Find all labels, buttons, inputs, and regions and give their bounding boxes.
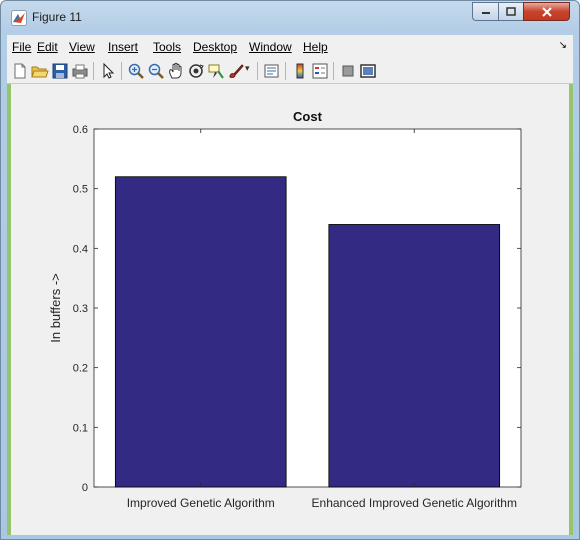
- maximize-icon: [506, 7, 516, 16]
- toolbar-separator: [121, 62, 122, 80]
- x-tick-label: Enhanced Improved Genetic Algorithm: [312, 496, 517, 510]
- hide-plot-tools-icon[interactable]: [339, 62, 357, 80]
- y-tick-label: 0.2: [73, 363, 88, 375]
- menu-insert[interactable]: Insert: [108, 40, 138, 54]
- y-axis-label: In buffers ->: [48, 273, 63, 343]
- data-cursor-icon[interactable]: [207, 62, 225, 80]
- minimize-icon: [481, 11, 490, 14]
- brush-icon[interactable]: [227, 62, 245, 80]
- y-tick-label: 0.1: [73, 422, 88, 434]
- pan-icon[interactable]: [167, 62, 185, 80]
- y-tick-label: 0.3: [73, 303, 88, 315]
- y-tick-label: 0: [82, 482, 88, 494]
- legend-icon[interactable]: [311, 62, 329, 80]
- bar-1[interactable]: [114, 176, 287, 488]
- chart-title: Cost: [293, 109, 323, 124]
- menu-edit[interactable]: Edit: [37, 40, 58, 54]
- menu-bar: File Edit View Insert Tools Desktop Wind…: [7, 35, 573, 58]
- link-icon[interactable]: [263, 62, 281, 80]
- colorbar-icon[interactable]: [291, 62, 309, 80]
- menu-file[interactable]: File: [12, 40, 31, 54]
- maximize-button[interactable]: [498, 2, 524, 21]
- rotate-3d-icon[interactable]: [187, 62, 205, 80]
- toolbar-separator: [285, 62, 286, 80]
- figure-toolbar: ▾: [7, 58, 573, 84]
- window-title: Figure 11: [32, 10, 82, 24]
- menu-window[interactable]: Window: [249, 40, 292, 54]
- select-arrow-icon[interactable]: [99, 62, 117, 80]
- zoom-out-icon[interactable]: [147, 62, 165, 80]
- figure-canvas: Cost In buffers -> 0 0.1 0.2 0.3 0.4 0.5 0.6 I…: [7, 84, 573, 535]
- brush-dropdown-icon[interactable]: ▾: [245, 64, 250, 74]
- minimize-button[interactable]: [472, 2, 499, 21]
- show-plot-tools-icon[interactable]: [359, 62, 377, 80]
- y-tick-label: 0.5: [73, 184, 88, 196]
- menu-view[interactable]: View: [69, 40, 95, 54]
- y-tick-label: 0.4: [73, 243, 88, 255]
- toolbar-separator: [333, 62, 334, 80]
- menu-tools[interactable]: Tools: [153, 40, 181, 54]
- close-button[interactable]: [523, 2, 570, 21]
- bar-2[interactable]: [328, 224, 501, 488]
- bar-chart: Cost In buffers -> 0 0.1 0.2 0.3 0.4 0.5 0.6 I…: [48, 109, 522, 510]
- menu-help[interactable]: Help: [303, 40, 328, 54]
- close-icon: [541, 6, 552, 17]
- open-file-icon[interactable]: [31, 62, 49, 80]
- menu-overflow-icon[interactable]: ↘: [559, 40, 567, 51]
- zoom-in-icon[interactable]: [127, 62, 145, 80]
- toolbar-separator: [257, 62, 258, 80]
- save-icon[interactable]: [51, 62, 69, 80]
- y-tick-label: 0.6: [73, 124, 88, 136]
- toolbar-separator: [93, 62, 94, 80]
- x-tick-label: Improved Genetic Algorithm: [127, 496, 275, 510]
- title-bar[interactable]: Figure 11: [1, 1, 579, 35]
- menu-desktop[interactable]: Desktop: [193, 40, 237, 54]
- matlab-icon: [11, 10, 27, 26]
- print-icon[interactable]: [71, 62, 89, 80]
- figure-window: Figure 11 File Edit View Insert Tools De…: [0, 0, 580, 540]
- new-figure-icon[interactable]: [11, 62, 29, 80]
